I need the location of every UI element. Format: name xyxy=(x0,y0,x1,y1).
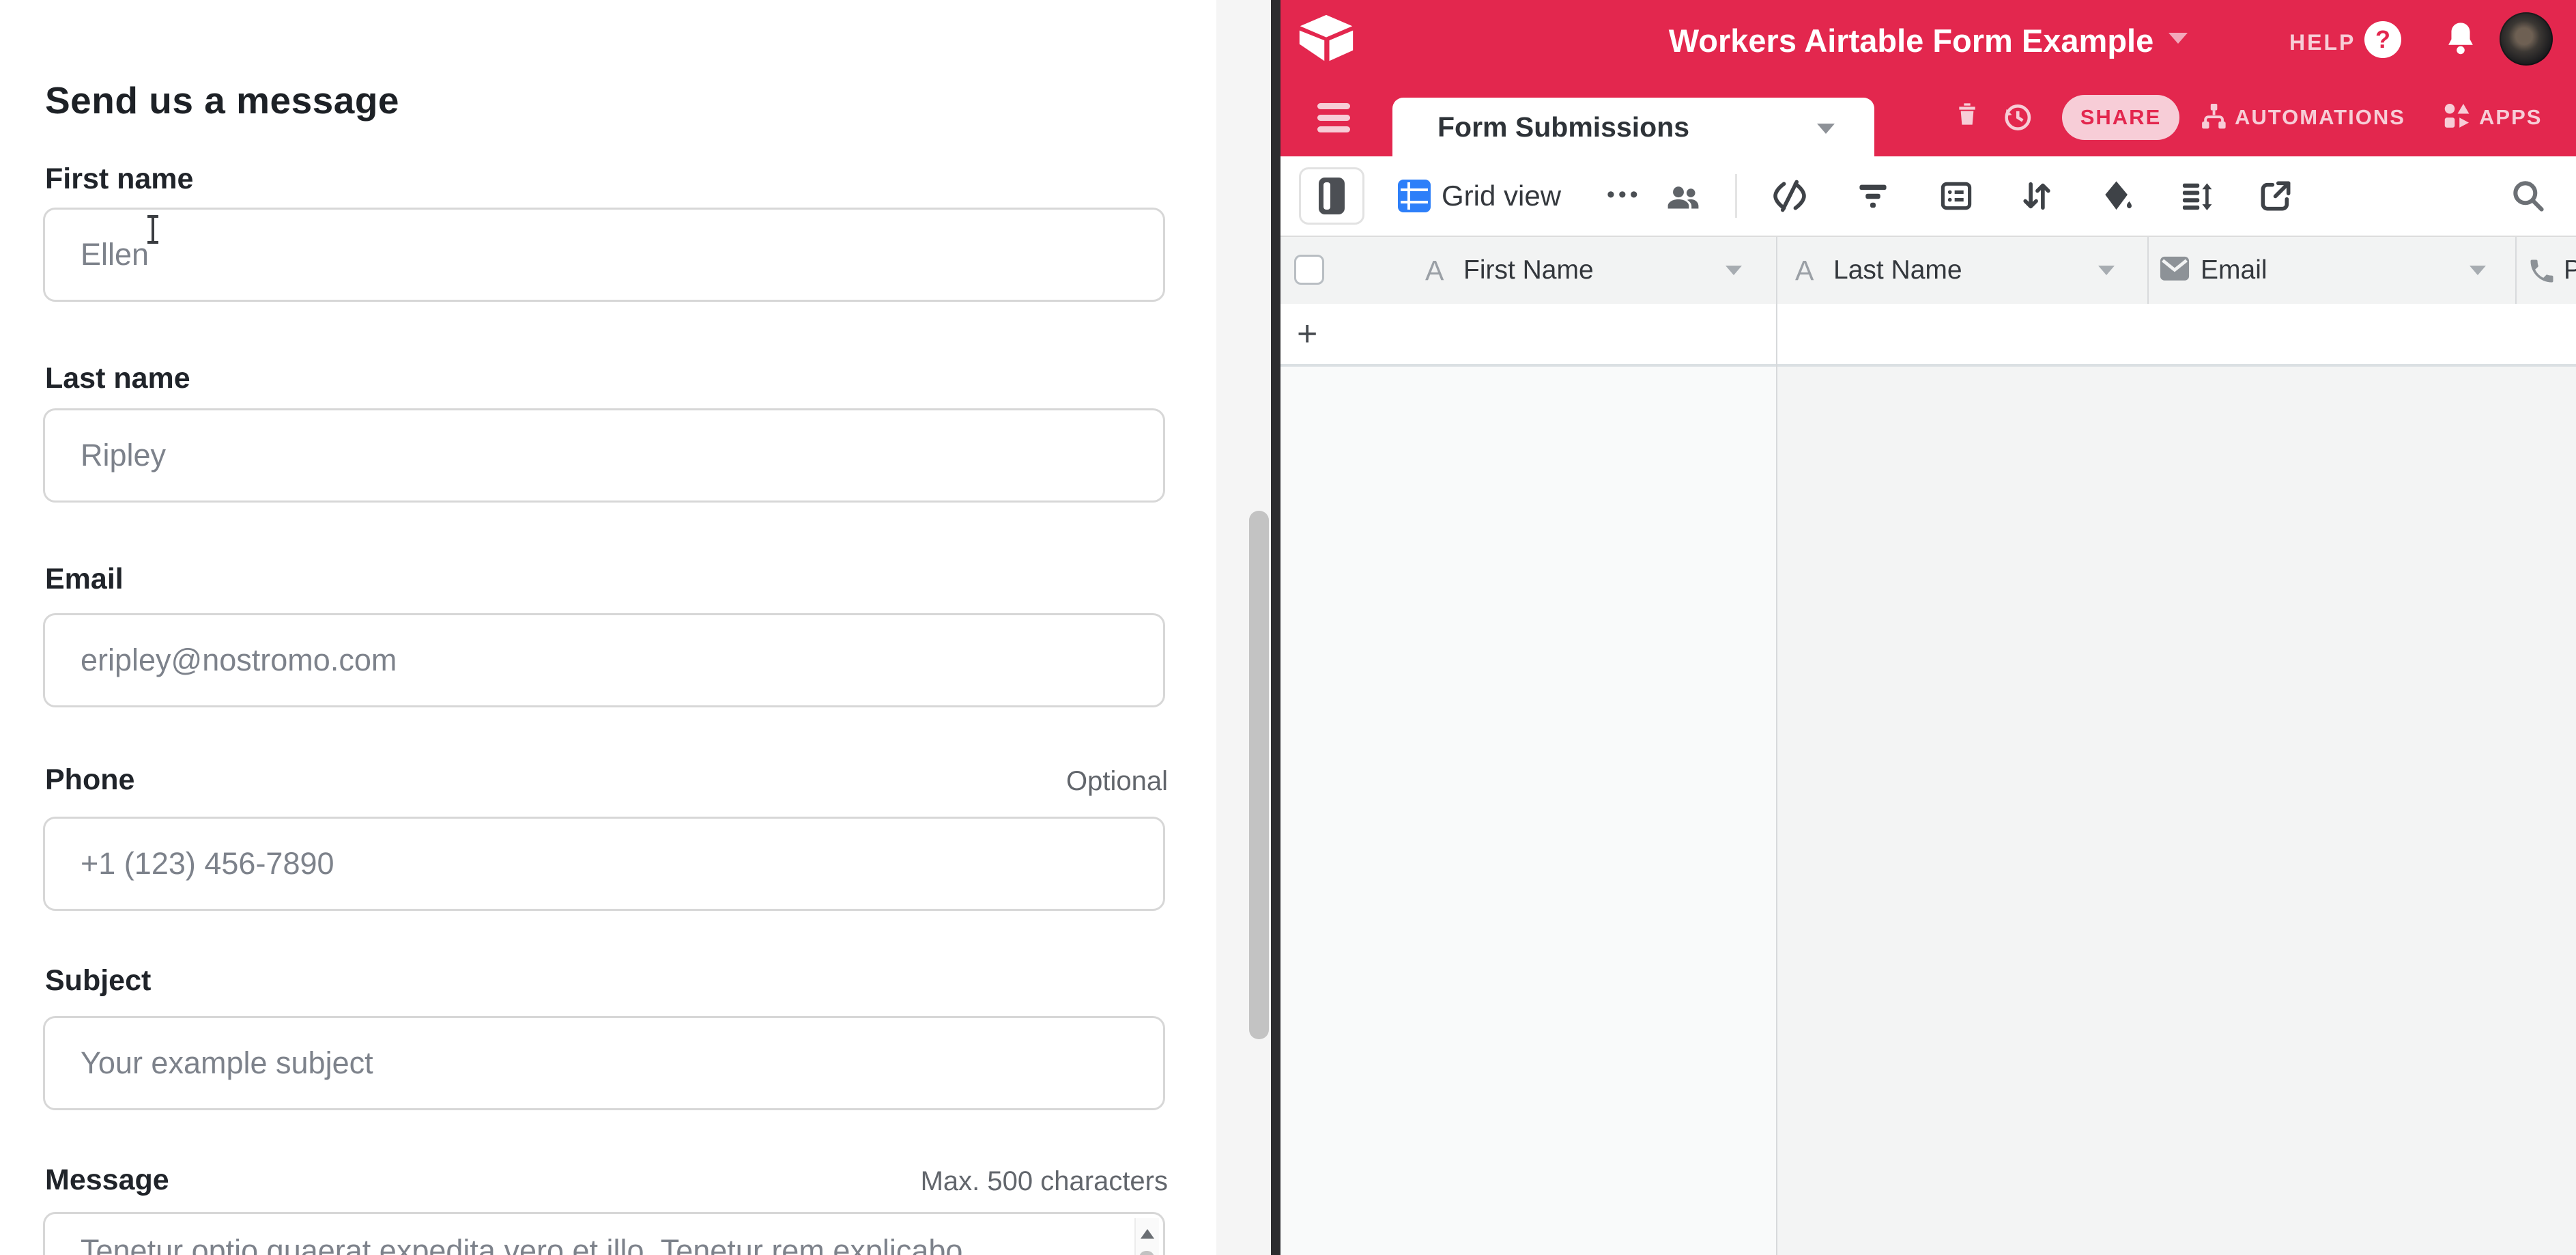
first-name-placeholder: Ellen xyxy=(81,237,149,272)
collaborators-icon[interactable] xyxy=(1664,180,1702,218)
group-icon[interactable] xyxy=(1937,177,1975,215)
form-pane-scrollbar-track[interactable] xyxy=(1216,0,1271,1255)
view-toolbar: Grid view ••• xyxy=(1280,156,2576,236)
filter-icon[interactable] xyxy=(1854,177,1892,215)
first-name-label: First name xyxy=(45,163,193,196)
share-view-icon[interactable] xyxy=(2257,177,2295,215)
subject-label: Subject xyxy=(45,964,151,998)
textarea-scrollbar-thumb[interactable] xyxy=(1139,1251,1154,1255)
letter-a-icon: A xyxy=(1795,237,1814,304)
last-name-input[interactable]: Ripley xyxy=(43,408,1165,503)
last-name-placeholder: Ripley xyxy=(81,438,166,473)
color-icon[interactable] xyxy=(2098,177,2136,215)
grid-header-row: A First Name A Last Name Email xyxy=(1280,236,2576,305)
column-header-phone[interactable]: Phone xyxy=(2564,237,2576,304)
envelope-icon xyxy=(2160,256,2190,283)
grid-body-left xyxy=(1280,367,1776,1255)
active-view-tab-label: Form Submissions xyxy=(1437,98,1689,156)
sort-icon[interactable] xyxy=(2018,177,2056,215)
airtable-viewbar: Form Submissions SHARE xyxy=(1280,79,2576,156)
subject-placeholder: Your example subject xyxy=(81,1045,373,1081)
grid-view-icon xyxy=(1398,180,1431,212)
add-record-row[interactable]: + xyxy=(1280,304,2576,367)
help-question-icon[interactable]: ? xyxy=(2364,21,2401,58)
frozen-column-divider xyxy=(1776,304,1777,1255)
column-header-last-name[interactable]: Last Name xyxy=(1833,237,1962,304)
apps-icon[interactable] xyxy=(2441,100,2472,135)
history-icon[interactable] xyxy=(2000,100,2034,135)
chevron-down-icon[interactable] xyxy=(2098,266,2115,275)
views-menu-icon[interactable] xyxy=(1317,102,1350,135)
contact-form-pane: Send us a message First name Ellen Last … xyxy=(0,0,1216,1255)
form-pane-scrollbar-thumb[interactable] xyxy=(1249,511,1269,1039)
message-textarea[interactable]: Tenetur optio quaerat expedita vero et i… xyxy=(43,1212,1165,1255)
base-title-text: Workers Airtable Form Example xyxy=(1669,23,2153,59)
view-sidebar-toggle-button[interactable] xyxy=(1299,167,1364,225)
airtable-pane: Workers Airtable Form Example HELP ? For… xyxy=(1280,0,2576,1255)
notifications-bell-icon[interactable] xyxy=(2441,19,2480,60)
last-name-label: Last name xyxy=(45,362,190,395)
chevron-down-icon xyxy=(1817,124,1835,134)
phone-icon xyxy=(2527,256,2557,283)
add-record-button[interactable]: + xyxy=(1297,304,1317,364)
column-divider[interactable] xyxy=(1776,237,1777,304)
column-header-email[interactable]: Email xyxy=(2201,237,2267,304)
column-header-first-name[interactable]: First Name xyxy=(1463,237,1594,304)
airtable-topbar: Workers Airtable Form Example HELP ? xyxy=(1280,0,2576,79)
row-height-icon[interactable] xyxy=(2177,177,2216,215)
automations-button[interactable]: AUTOMATIONS xyxy=(2235,79,2405,156)
message-maxchars-hint: Max. 500 characters xyxy=(921,1166,1168,1197)
email-label: Email xyxy=(45,563,124,596)
screenshot-root: Send us a message First name Ellen Last … xyxy=(0,0,2576,1255)
help-button[interactable]: HELP xyxy=(2289,30,2356,55)
email-placeholder: eripley@nostromo.com xyxy=(81,643,397,678)
scroll-up-icon[interactable] xyxy=(1141,1229,1154,1239)
column-divider[interactable] xyxy=(2147,237,2149,304)
phone-placeholder: +1 (123) 456-7890 xyxy=(81,846,334,882)
textarea-scrollbar[interactable] xyxy=(1134,1218,1159,1255)
trash-icon[interactable] xyxy=(1954,100,1981,135)
message-label: Message xyxy=(45,1164,169,1197)
text-cursor-icon xyxy=(152,217,154,242)
phone-input[interactable]: +1 (123) 456-7890 xyxy=(43,817,1165,911)
chevron-down-icon[interactable] xyxy=(2470,266,2486,275)
share-button[interactable]: SHARE xyxy=(2062,95,2179,140)
chevron-down-icon[interactable] xyxy=(1726,266,1742,275)
search-icon[interactable] xyxy=(2509,177,2547,215)
automations-icon[interactable] xyxy=(2198,100,2229,135)
sidebar-panel-icon xyxy=(1319,178,1345,214)
phone-label: Phone xyxy=(45,763,134,797)
view-more-menu[interactable]: ••• xyxy=(1607,156,1642,233)
column-divider[interactable] xyxy=(2515,237,2517,304)
hide-fields-icon[interactable] xyxy=(1771,177,1809,215)
window-divider xyxy=(1271,0,1280,1255)
active-view-tab[interactable]: Form Submissions xyxy=(1392,98,1874,156)
grid-body-right xyxy=(1776,367,2576,1255)
chevron-down-icon xyxy=(2169,33,2188,44)
phone-optional-hint: Optional xyxy=(1066,766,1168,797)
select-all-checkbox[interactable] xyxy=(1294,255,1324,285)
email-input[interactable]: eripley@nostromo.com xyxy=(43,613,1165,707)
letter-a-icon: A xyxy=(1425,237,1444,304)
first-name-input[interactable]: Ellen xyxy=(43,208,1165,302)
page-title: Send us a message xyxy=(45,79,399,122)
toolbar-divider xyxy=(1735,174,1737,218)
message-placeholder: Tenetur optio quaerat expedita vero et i… xyxy=(81,1233,962,1255)
user-avatar[interactable] xyxy=(2500,12,2553,66)
view-name[interactable]: Grid view xyxy=(1442,156,1561,236)
subject-input[interactable]: Your example subject xyxy=(43,1016,1165,1110)
apps-button[interactable]: APPS xyxy=(2479,79,2542,156)
